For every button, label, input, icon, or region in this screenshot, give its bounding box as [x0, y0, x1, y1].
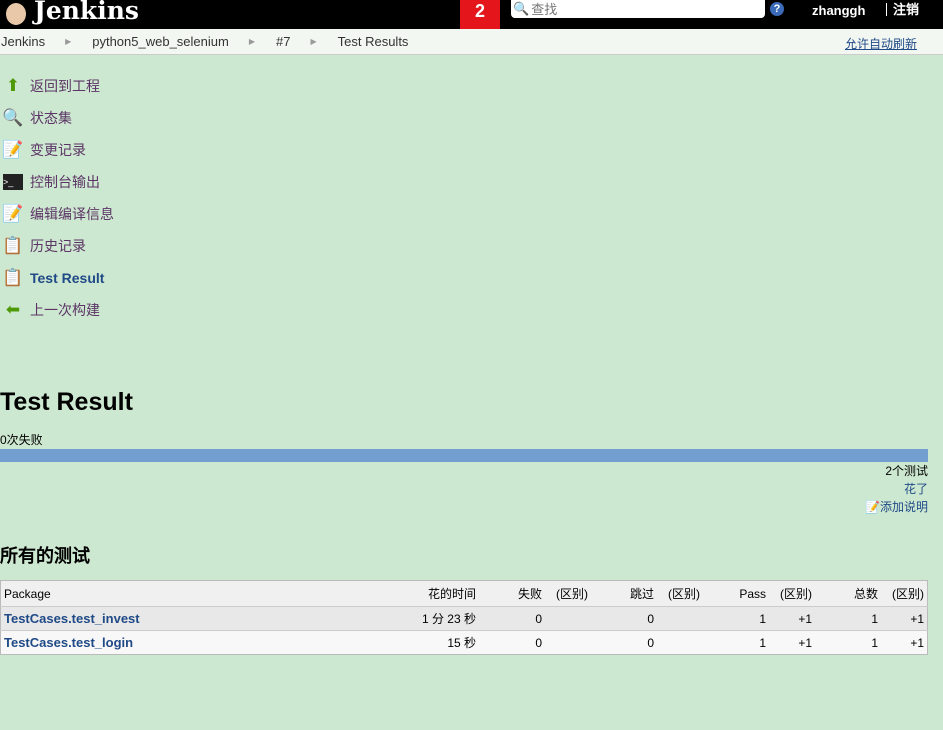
search-input[interactable] — [531, 1, 752, 17]
sidebar-item-status[interactable]: 🔍 状态集 — [0, 102, 114, 134]
jenkins-butler-icon — [0, 0, 34, 29]
failure-count: 0次失败 — [0, 433, 43, 447]
breadcrumb: Jenkins ▶ python5_web_selenium ▶ #7 ▶ Test … — [0, 29, 943, 55]
sidebar-item-test-result[interactable]: 📋 Test Result — [0, 262, 114, 294]
notification-badge[interactable]: 2 — [460, 0, 500, 29]
logout-link[interactable]: 注销 — [886, 3, 919, 16]
notepad-icon: 📝 — [865, 500, 880, 514]
column-header[interactable]: (区别) — [545, 580, 591, 607]
package-cell: TestCases.test_invest — [0, 606, 403, 631]
breadcrumb-build[interactable]: #7 — [276, 34, 290, 49]
column-header[interactable]: 跳过 — [591, 580, 657, 607]
search-box: 🔍 — [511, 0, 765, 18]
column-header[interactable]: (区别) — [769, 580, 815, 607]
table-cell — [657, 606, 703, 631]
notepad-icon: 📝 — [2, 204, 24, 223]
breadcrumb-jenkins[interactable]: Jenkins — [1, 34, 45, 49]
chevron-right-icon[interactable]: ▶ — [249, 37, 255, 46]
column-header[interactable]: (区别) — [881, 580, 928, 607]
clipboard-icon: 📋 — [2, 268, 24, 287]
chevron-right-icon[interactable]: ▶ — [65, 37, 71, 46]
package-link[interactable]: TestCases.test_login — [4, 635, 133, 650]
column-header[interactable]: 失败 — [479, 580, 545, 607]
table-cell — [545, 630, 591, 655]
column-header[interactable]: (区别) — [657, 580, 703, 607]
search-icon: 🔍 — [513, 1, 530, 16]
sidebar-item-edit-build-info[interactable]: 📝 编辑编译信息 — [0, 198, 114, 230]
table-cell: +1 — [881, 606, 928, 631]
add-description-link[interactable]: 添加说明 — [880, 500, 928, 514]
table-cell: 0 — [591, 630, 657, 655]
test-table: Package 花的时间 失败 (区别) 跳过 (区别) Pass (区别) 总… — [0, 580, 928, 655]
terminal-icon: >_ — [2, 171, 24, 193]
search-icon: 🔍 — [2, 108, 24, 127]
column-header[interactable]: 花的时间 — [403, 580, 479, 607]
table-cell: 0 — [591, 606, 657, 631]
package-cell: TestCases.test_login — [0, 630, 403, 655]
header: Jenkins 2 🔍 ? zhanggh 注销 — [0, 0, 943, 29]
sidebar-item-changes[interactable]: 📝 变更记录 — [0, 134, 114, 166]
sidebar-item-previous-build[interactable]: ⬅ 上一次构建 — [0, 294, 114, 326]
table-cell: 1 — [815, 630, 881, 655]
test-result-bar — [0, 449, 928, 462]
column-header[interactable]: 总数 — [815, 580, 881, 607]
table-cell: +1 — [881, 630, 928, 655]
table-row: TestCases.test_login 15 秒 0 0 1 +1 1 +1 — [0, 630, 928, 655]
breadcrumb-job[interactable]: python5_web_selenium — [92, 34, 229, 49]
table-cell: 1 — [703, 606, 769, 631]
column-header[interactable]: Pass — [703, 580, 769, 607]
table-cell — [657, 630, 703, 655]
jenkins-logo[interactable]: Jenkins — [0, 0, 139, 29]
user-link[interactable]: zhanggh — [812, 3, 865, 18]
took-link[interactable]: 花了 — [904, 482, 928, 496]
left-arrow-icon: ⬅ — [5, 300, 21, 319]
table-cell: 15 秒 — [403, 630, 479, 655]
total-tests: 2个测试 — [885, 464, 928, 478]
section-title: 所有的测试 — [0, 546, 90, 566]
column-header[interactable]: Package — [0, 580, 403, 607]
table-cell: 0 — [479, 606, 545, 631]
sidebar-item-console[interactable]: >_ 控制台输出 — [0, 166, 114, 198]
package-link[interactable]: TestCases.test_invest — [4, 611, 140, 626]
history-icon: 📋 — [2, 236, 24, 255]
enable-auto-refresh-link[interactable]: 允许自动刷新 — [845, 35, 917, 52]
notepad-icon: 📝 — [2, 140, 24, 159]
sidebar-item-history[interactable]: 📋 历史记录 — [0, 230, 114, 262]
main-panel: Test Result 0次失败 2个测试 花了 📝添加说明 所有的测试 Pac… — [0, 388, 928, 655]
chevron-right-icon[interactable]: ▶ — [310, 37, 316, 46]
up-arrow-icon: ⬆ — [5, 76, 21, 95]
table-cell — [545, 606, 591, 631]
table-cell: 1 — [703, 630, 769, 655]
table-row: TestCases.test_invest 1 分 23 秒 0 0 1 +1 1 +1 — [0, 606, 928, 631]
sidebar-item-back-to-project[interactable]: ⬆ 返回到工程 — [0, 70, 114, 102]
breadcrumb-test-results[interactable]: Test Results — [338, 34, 409, 49]
page-title: Test Result — [0, 388, 133, 416]
sidebar: ⬆ 返回到工程 🔍 状态集 📝 变更记录 >_ 控制台输出 📝 编辑编译信息 📋 历史记录 … — [0, 70, 114, 326]
help-icon[interactable]: ? — [770, 2, 784, 16]
table-cell: 1 — [815, 606, 881, 631]
table-cell: +1 — [769, 606, 815, 631]
table-cell: 1 分 23 秒 — [403, 606, 479, 631]
table-cell: 0 — [479, 630, 545, 655]
table-cell: +1 — [769, 630, 815, 655]
